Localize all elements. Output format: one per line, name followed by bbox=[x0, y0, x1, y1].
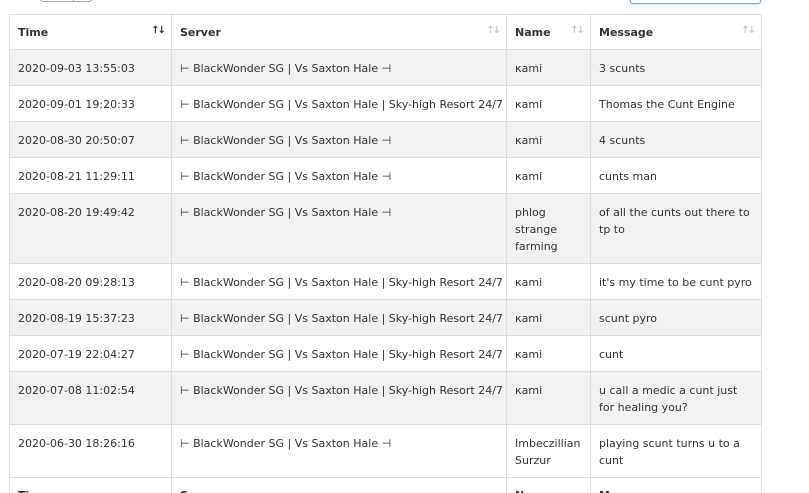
table-row: 2020-07-08 11:02:54 ⊢ BlackWonder SG | Vs… bbox=[9, 371, 762, 425]
footer-name: Name bbox=[506, 477, 591, 493]
select-divider bbox=[73, 0, 74, 1]
cell-message: playing scunt turns u to a cunt bbox=[590, 424, 762, 478]
sort-desc-icon: ↑↓ bbox=[151, 25, 166, 36]
cell-name: кami bbox=[506, 371, 591, 425]
table-row: 2020-08-20 09:28:13 ⊢ BlackWonder SG | Vs… bbox=[9, 263, 762, 300]
footer-server: Server bbox=[171, 477, 507, 493]
cell-server: ⊢ BlackWonder SG | Vs Saxton Hale ⊣ bbox=[171, 121, 507, 158]
cell-message: cunt bbox=[590, 335, 762, 372]
column-header-message[interactable]: Message ↑↓ bbox=[590, 14, 762, 50]
cell-name: кami bbox=[506, 263, 591, 300]
cell-message: Thomas the Cunt Engine bbox=[590, 85, 762, 122]
footer-time: Time bbox=[9, 477, 172, 493]
column-header-label: Name bbox=[515, 26, 551, 39]
cell-message: 3 scunts bbox=[590, 49, 762, 86]
cell-time: 2020-08-19 15:37:23 bbox=[9, 299, 172, 336]
cell-server: ⊢ BlackWonder SG | Vs Saxton Hale ⊣ bbox=[171, 424, 507, 478]
footer-row: Time Server Name Message bbox=[9, 477, 762, 493]
cell-message: it's my time to be cunt pyro bbox=[590, 263, 762, 300]
cell-server: ⊢ BlackWonder SG | Vs Saxton Hale ⊣ bbox=[171, 49, 507, 86]
cell-time: 2020-08-20 09:28:13 bbox=[9, 263, 172, 300]
footer-message: Message bbox=[590, 477, 762, 493]
cell-time: 2020-07-19 22:04:27 bbox=[9, 335, 172, 372]
column-header-server[interactable]: Server ↑↓ bbox=[171, 14, 507, 50]
column-header-time[interactable]: Time ↑↓ bbox=[9, 14, 172, 50]
page: Time ↑↓ Server ↑↓ Name ↑↓ Message ↑↓ 202… bbox=[0, 0, 809, 493]
messages-table: Time ↑↓ Server ↑↓ Name ↑↓ Message ↑↓ 202… bbox=[9, 14, 762, 493]
table-footer: Time Server Name Message bbox=[9, 477, 762, 493]
table-row: 2020-07-19 22:04:27 ⊢ BlackWonder SG | Vs… bbox=[9, 335, 762, 372]
sort-both-icon: ↑↓ bbox=[486, 25, 501, 36]
table-row: 2020-08-30 20:50:07 ⊢ BlackWonder SG | Vs… bbox=[9, 121, 762, 158]
column-header-label: Message bbox=[599, 26, 654, 39]
cell-name: кami bbox=[506, 335, 591, 372]
column-header-name[interactable]: Name ↑↓ bbox=[506, 14, 591, 50]
sort-both-icon: ↑↓ bbox=[570, 25, 585, 36]
cell-server: ⊢ BlackWonder SG | Vs Saxton Hale | Sky-… bbox=[171, 299, 507, 336]
cell-name: phlog strange farming bbox=[506, 193, 591, 264]
cell-message: scunt pyro bbox=[590, 299, 762, 336]
table-row: 2020-08-21 11:29:11 ⊢ BlackWonder SG | Vs… bbox=[9, 157, 762, 194]
cell-time: 2020-09-03 13:55:03 bbox=[9, 49, 172, 86]
table-row: 2020-08-19 15:37:23 ⊢ BlackWonder SG | Vs… bbox=[9, 299, 762, 336]
cell-name: кami bbox=[506, 49, 591, 86]
cell-time: 2020-07-08 11:02:54 bbox=[9, 371, 172, 425]
cell-name: кami bbox=[506, 299, 591, 336]
cell-message: u call a medic a cunt just for healing y… bbox=[590, 371, 762, 425]
sort-both-icon: ↑↓ bbox=[741, 25, 756, 36]
search-input[interactable] bbox=[630, 0, 761, 4]
table-row: 2020-06-30 18:26:16 ⊢ BlackWonder SG | Vs… bbox=[9, 424, 762, 478]
table-row: 2020-08-20 19:49:42 ⊢ BlackWonder SG | Vs… bbox=[9, 193, 762, 264]
cell-message: 4 scunts bbox=[590, 121, 762, 158]
cell-message: of all the cunts out there to tp to bbox=[590, 193, 762, 264]
cell-time: 2020-08-30 20:50:07 bbox=[9, 121, 172, 158]
cell-message: cunts man bbox=[590, 157, 762, 194]
cell-server: ⊢ BlackWonder SG | Vs Saxton Hale | Sky-… bbox=[171, 263, 507, 300]
cell-name: Imbeczillian Surzur bbox=[506, 424, 591, 478]
cell-server: ⊢ BlackWonder SG | Vs Saxton Hale ⊣ bbox=[171, 193, 507, 264]
cell-time: 2020-06-30 18:26:16 bbox=[9, 424, 172, 478]
cell-server: ⊢ BlackWonder SG | Vs Saxton Hale ⊣ bbox=[171, 157, 507, 194]
header-row: Time ↑↓ Server ↑↓ Name ↑↓ Message ↑↓ bbox=[9, 14, 762, 50]
table-body: 2020-09-03 13:55:03 ⊢ BlackWonder SG | Vs… bbox=[9, 49, 762, 478]
cell-name: кami bbox=[506, 85, 591, 122]
table-header: Time ↑↓ Server ↑↓ Name ↑↓ Message ↑↓ bbox=[9, 14, 762, 50]
page-length-select[interactable] bbox=[40, 0, 92, 2]
cell-server: ⊢ BlackWonder SG | Vs Saxton Hale | Sky-… bbox=[171, 335, 507, 372]
cell-server: ⊢ BlackWonder SG | Vs Saxton Hale | Sky-… bbox=[171, 85, 507, 122]
cell-time: 2020-09-01 19:20:33 bbox=[9, 85, 172, 122]
cell-time: 2020-08-20 19:49:42 bbox=[9, 193, 172, 264]
cell-server: ⊢ BlackWonder SG | Vs Saxton Hale | Sky-… bbox=[171, 371, 507, 425]
table-row: 2020-09-03 13:55:03 ⊢ BlackWonder SG | Vs… bbox=[9, 49, 762, 86]
cell-time: 2020-08-21 11:29:11 bbox=[9, 157, 172, 194]
cell-name: кami bbox=[506, 157, 591, 194]
cell-name: кami bbox=[506, 121, 591, 158]
column-header-label: Time bbox=[18, 26, 49, 39]
table-row: 2020-09-01 19:20:33 ⊢ BlackWonder SG | Vs… bbox=[9, 85, 762, 122]
column-header-label: Server bbox=[180, 26, 221, 39]
